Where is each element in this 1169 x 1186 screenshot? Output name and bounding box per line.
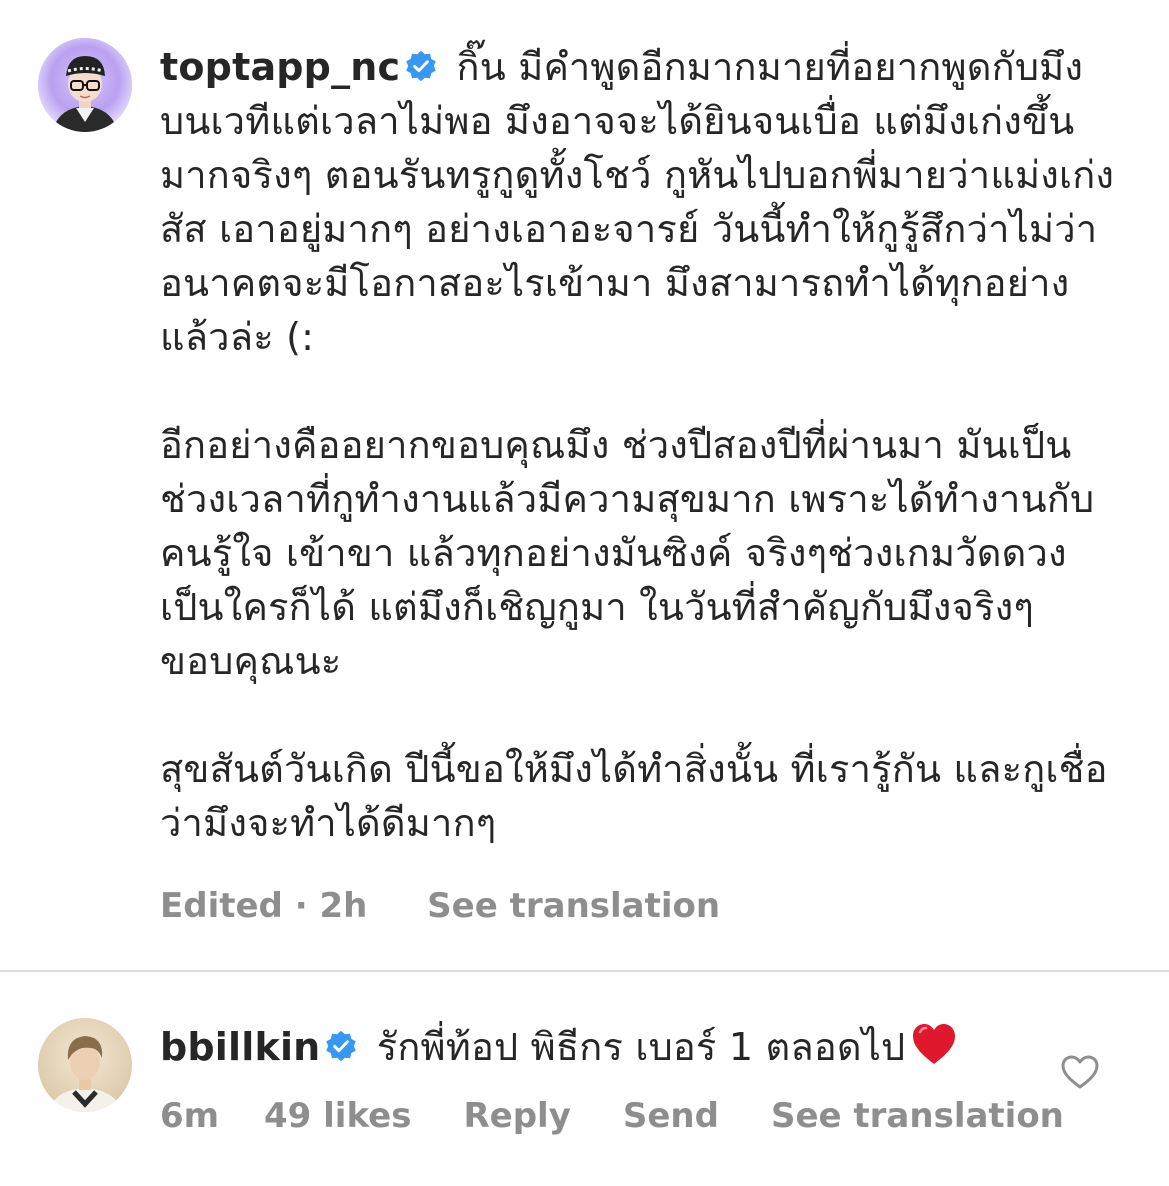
red-heart-emoji-icon (905, 1024, 957, 1069)
comment-body: bbillkin รักพี่ท้อป พิธีกร เบอร์ 1 ตลอดไ… (160, 1020, 1119, 1074)
comment-meta: Edited · 2h See translation (160, 886, 720, 926)
username[interactable]: toptapp_nc (160, 45, 400, 89)
see-translation-button[interactable]: See translation (427, 886, 720, 926)
comment-text: กิ๊น มีคำพูดอีกมากมายที่อยากพูดกับมึงบนเ… (160, 45, 1115, 845)
avatar[interactable] (38, 38, 132, 132)
see-translation-button[interactable]: See translation (771, 1096, 1064, 1136)
heart-outline-icon (1061, 1055, 1099, 1089)
comment-text: รักพี่ท้อป พิธีกร เบอร์ 1 ตลอดไป (364, 1025, 906, 1069)
comment-meta: 6m 49 likes Reply Send See translation (160, 1096, 1064, 1136)
likes-count-button[interactable]: 49 likes (264, 1096, 411, 1136)
send-button[interactable]: Send (623, 1096, 719, 1136)
comment-item: toptapp_nc กิ๊น มีคำพูดอีกมากมายที่อยากพ… (0, 0, 1169, 970)
comment-text-block: toptapp_nc กิ๊น มีคำพูดอีกมากมายที่อยากพ… (160, 40, 1119, 850)
username[interactable]: bbillkin (160, 1025, 320, 1069)
avatar-photo (38, 1018, 132, 1112)
verified-badge-icon (320, 1025, 364, 1069)
comment-body: toptapp_nc กิ๊น มีคำพูดอีกมากมายที่อยากพ… (160, 40, 1119, 850)
avatar-illustration (38, 38, 132, 132)
comment-text-block: bbillkin รักพี่ท้อป พิธีกร เบอร์ 1 ตลอดไ… (160, 1020, 1119, 1074)
reply-button[interactable]: Reply (463, 1096, 570, 1136)
comment-item: bbillkin รักพี่ท้อป พิธีกร เบอร์ 1 ตลอดไ… (0, 972, 1169, 1186)
like-button[interactable] (1060, 1054, 1100, 1090)
avatar[interactable] (38, 1018, 132, 1112)
comment-time: Edited · 2h (160, 886, 368, 926)
verified-badge-icon (400, 45, 444, 89)
comment-time: 6m (160, 1096, 220, 1136)
